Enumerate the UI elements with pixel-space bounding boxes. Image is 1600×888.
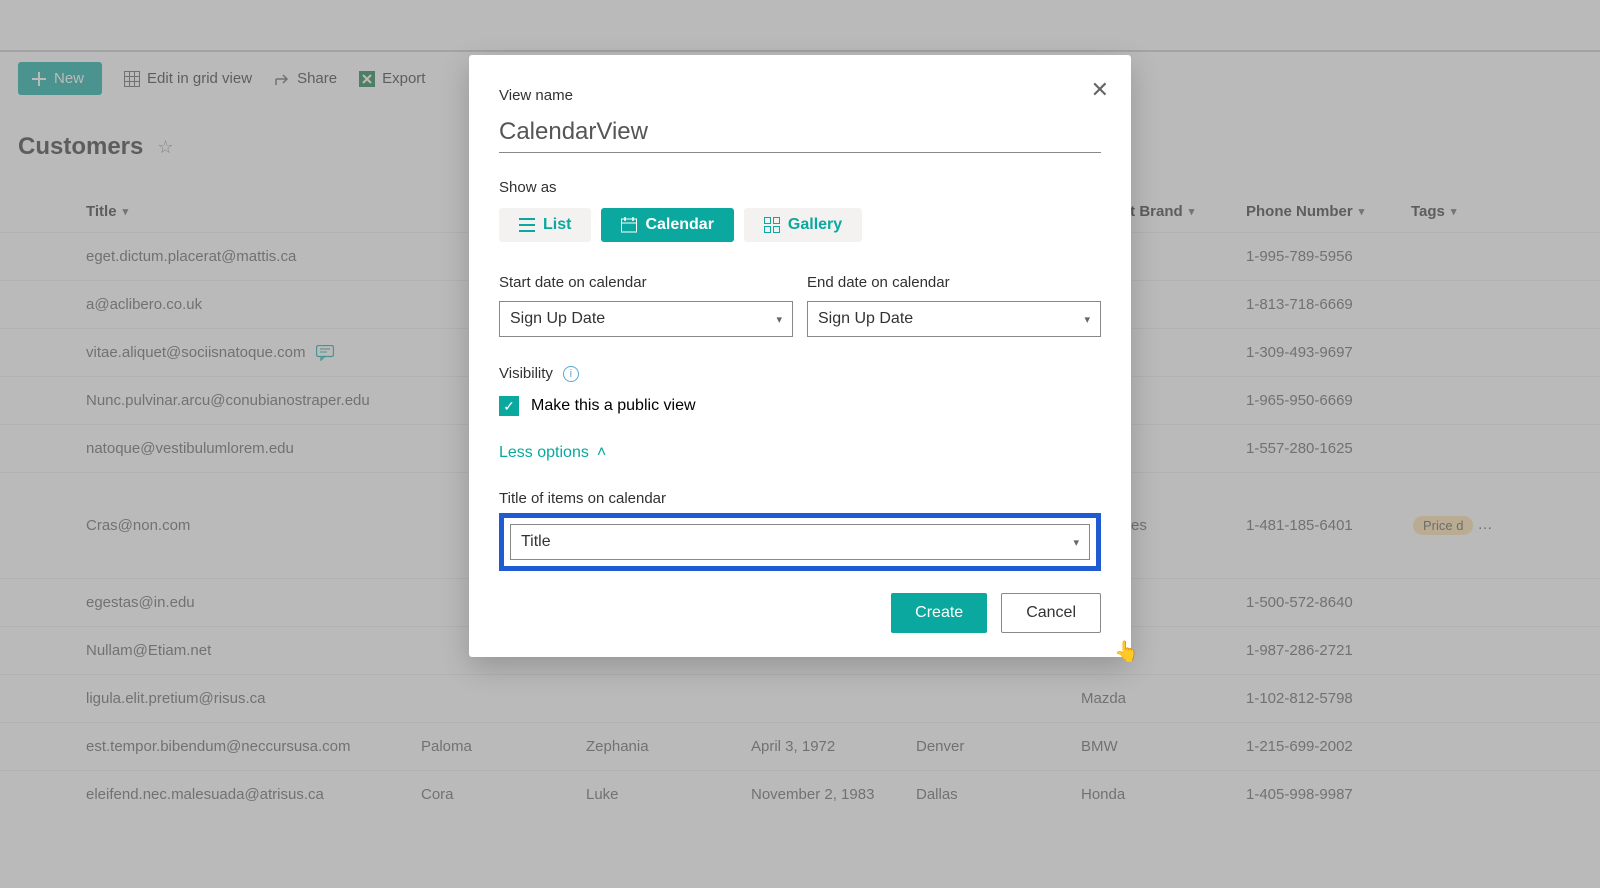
show-as-label: Show as xyxy=(499,179,1101,196)
title-items-select[interactable]: Title ▾ xyxy=(510,524,1090,560)
less-options-label: Less options xyxy=(499,444,589,462)
chevron-down-icon: ▾ xyxy=(1073,536,1079,549)
less-options-toggle[interactable]: Less options ˄ xyxy=(499,444,1101,462)
title-items-label: Title of items on calendar xyxy=(499,490,1101,507)
view-name-label: View name xyxy=(499,87,1101,104)
public-view-label: Make this a public view xyxy=(531,397,696,415)
gallery-icon xyxy=(764,217,780,233)
visibility-label: Visibility xyxy=(499,365,553,382)
create-view-dialog: ✕ View name Show as List Calendar xyxy=(469,55,1131,657)
close-button[interactable]: ✕ xyxy=(1091,77,1109,103)
cursor-icon: 👆 xyxy=(1114,639,1139,664)
start-date-select[interactable]: Sign Up Date ▾ xyxy=(499,301,793,337)
chevron-up-icon: ˄ xyxy=(597,444,606,462)
info-icon[interactable]: i xyxy=(563,366,579,382)
calendar-icon xyxy=(621,217,637,233)
start-date-value: Sign Up Date xyxy=(510,310,605,328)
show-as-calendar-button[interactable]: Calendar xyxy=(601,208,733,242)
show-as-calendar-label: Calendar xyxy=(645,216,713,234)
show-as-list-label: List xyxy=(543,216,571,234)
create-button[interactable]: Create xyxy=(891,593,987,633)
modal-overlay: ✕ View name Show as List Calendar xyxy=(0,0,1600,888)
chevron-down-icon: ▾ xyxy=(1084,313,1090,326)
chevron-down-icon: ▾ xyxy=(776,313,782,326)
start-date-label: Start date on calendar xyxy=(499,274,793,291)
public-view-checkbox[interactable]: ✓ xyxy=(499,396,519,416)
end-date-select[interactable]: Sign Up Date ▾ xyxy=(807,301,1101,337)
show-as-gallery-label: Gallery xyxy=(788,216,842,234)
show-as-list-button[interactable]: List xyxy=(499,208,591,242)
end-date-value: Sign Up Date xyxy=(818,310,913,328)
list-icon xyxy=(519,218,535,232)
close-icon: ✕ xyxy=(1091,77,1109,102)
title-items-value: Title xyxy=(521,533,551,551)
view-name-input[interactable] xyxy=(499,112,1101,153)
cancel-button[interactable]: Cancel xyxy=(1001,593,1101,633)
end-date-label: End date on calendar xyxy=(807,274,1101,291)
title-items-highlight: Title ▾ xyxy=(499,513,1101,571)
show-as-gallery-button[interactable]: Gallery xyxy=(744,208,862,242)
